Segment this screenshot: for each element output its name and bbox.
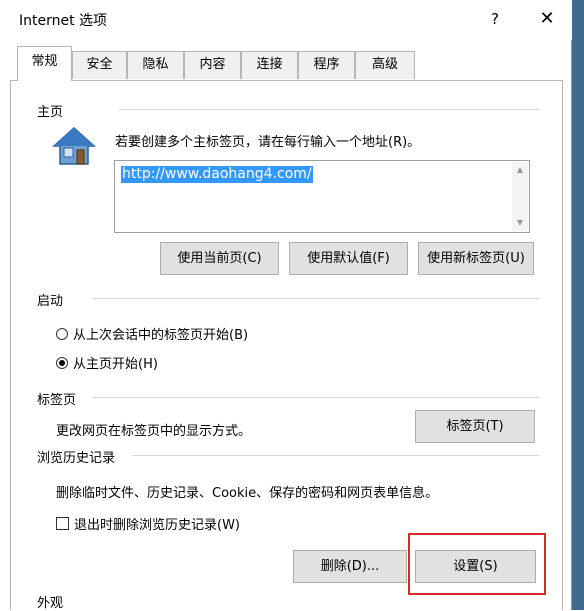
tab-general[interactable]: 常规 (17, 46, 72, 81)
startup-last-session-radio[interactable] (56, 328, 68, 340)
history-group-label: 浏览历史记录 (37, 451, 116, 466)
help-button[interactable]: ? (485, 9, 505, 29)
tab-programs[interactable]: 程序 (298, 51, 355, 79)
startup-last-session-label[interactable]: 从上次会话中的标签页开始(B) (73, 324, 248, 343)
highlight-box (408, 533, 546, 595)
tab-advanced[interactable]: 高级 (355, 51, 415, 79)
tab-content[interactable]: 内容 (184, 51, 241, 79)
homepage-url-value[interactable]: http://www.daohang4.com/ (121, 166, 313, 183)
homepage-instruction: 若要创建多个主标签页，请在每行输入一个地址(R)。 (115, 135, 421, 150)
homepage-url-field[interactable]: http://www.daohang4.com/ ▲ ▼ (114, 160, 530, 233)
delete-button[interactable]: 删除(D)... (293, 550, 407, 583)
tabs-description: 更改网页在标签页中的显示方式。 (56, 424, 252, 439)
tabs-settings-button[interactable]: 标签页(T) (415, 410, 535, 443)
delete-on-exit-checkbox[interactable] (56, 517, 69, 530)
startup-homepage-radio[interactable] (56, 357, 68, 369)
use-new-tab-button[interactable]: 使用新标签页(U) (418, 242, 534, 275)
startup-group-label: 启动 (37, 294, 64, 309)
tabs-group-label: 标签页 (37, 393, 77, 408)
home-icon (52, 126, 96, 165)
scroll-down-icon[interactable]: ▼ (512, 215, 528, 231)
title-bar: Internet 选项 ? ✕ (0, 0, 572, 40)
scroll-up-icon[interactable]: ▲ (512, 162, 528, 178)
delete-on-exit-label[interactable]: 退出时删除浏览历史记录(W) (74, 514, 240, 533)
history-divider (132, 455, 539, 456)
tab-connections[interactable]: 连接 (241, 51, 298, 79)
homepage-divider (119, 109, 539, 110)
tab-security[interactable]: 安全 (72, 51, 127, 79)
tab-privacy[interactable]: 隐私 (127, 51, 184, 79)
startup-divider (93, 298, 539, 299)
homepage-group-label: 主页 (37, 105, 64, 120)
appearance-group-label: 外观 (37, 596, 64, 611)
use-default-button[interactable]: 使用默认值(F) (289, 242, 408, 275)
window-title: Internet 选项 (19, 13, 108, 29)
close-button[interactable]: ✕ (537, 9, 557, 29)
history-description: 删除临时文件、历史记录、Cookie、保存的密码和网页表单信息。 (56, 486, 439, 501)
startup-homepage-label[interactable]: 从主页开始(H) (73, 353, 158, 372)
url-field-scrollbar[interactable]: ▲ ▼ (512, 162, 528, 231)
internet-options-dialog: Internet 选项 ? ✕ 常规 安全 隐私 内容 连接 程序 高级 主页 … (0, 0, 572, 611)
use-current-button[interactable]: 使用当前页(C) (160, 242, 279, 275)
tabs-divider (92, 397, 539, 398)
